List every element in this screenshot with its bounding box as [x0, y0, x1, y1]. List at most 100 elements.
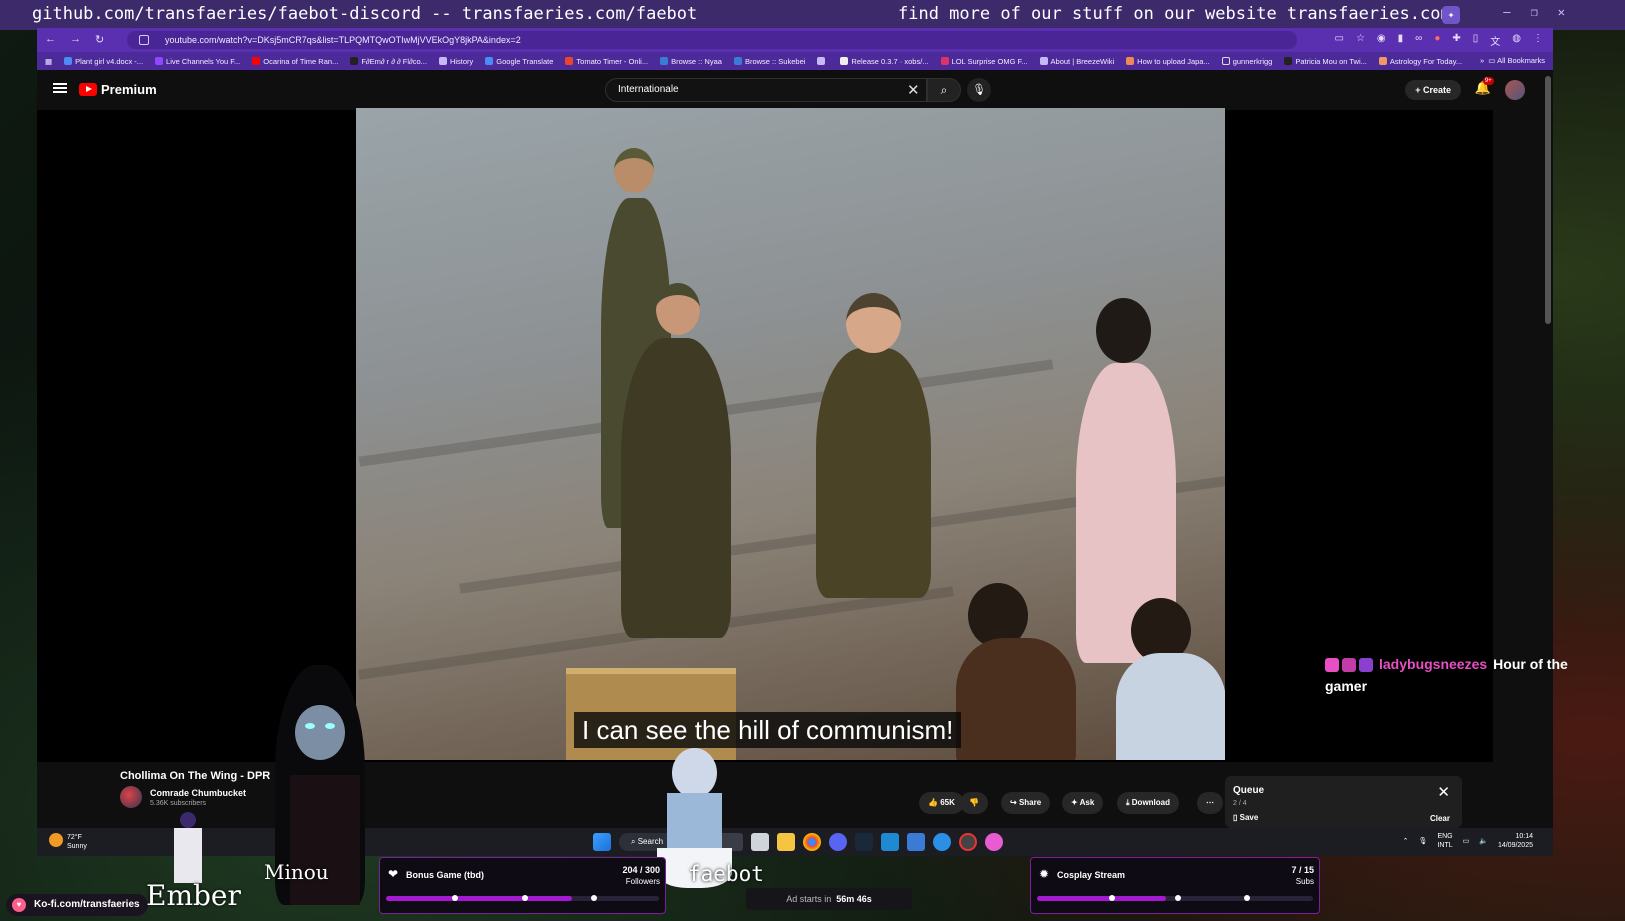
address-bar[interactable]: youtube.com/watch?v=DKsj5mCR7qs&list=TLP… — [127, 31, 1297, 49]
goal-milestone-dot — [1109, 895, 1115, 901]
bookmarks-bar: ▦ Plant girl v4.docx -... Live Channels … — [37, 52, 1553, 70]
discord-icon[interactable] — [829, 833, 848, 851]
clock[interactable]: 10:14 14/09/2025 — [1498, 832, 1533, 850]
mic-tray-icon[interactable]: 🎙 — [1419, 837, 1428, 845]
bookmark-item[interactable]: LOL Surprise OMG F... — [940, 57, 1028, 66]
goal-star-icon: ✹ — [1039, 867, 1050, 881]
goal-heart-icon: ❤ — [388, 867, 399, 881]
video-frame[interactable] — [356, 108, 1225, 760]
bookmark-item[interactable] — [817, 57, 828, 65]
thumbs-up-icon: 👍 — [928, 798, 938, 807]
search-input[interactable]: Internationale — [605, 78, 927, 102]
sidebar-icon[interactable]: ▯ — [1473, 33, 1479, 48]
bookmark-item[interactable]: F∂Em∂ r ∂ ∂ Fl∂co... — [350, 57, 427, 66]
goal-progress-track — [386, 895, 659, 901]
weather-widget[interactable]: 72°F Sunny — [49, 833, 87, 851]
queue-clear-button[interactable]: Clear — [1430, 814, 1450, 823]
ask-button[interactable]: ✦ Ask — [1062, 792, 1104, 814]
bookmark-item[interactable]: Tomato Timer - Onli... — [565, 57, 648, 66]
youtube-logo[interactable]: Premium — [79, 82, 157, 97]
page-scrollbar[interactable] — [1545, 76, 1551, 324]
close-window-icon[interactable]: ✕ — [1558, 5, 1565, 19]
notifications-button[interactable]: 🔔 9+ — [1475, 77, 1494, 96]
star-icon[interactable]: ☆ — [1356, 33, 1365, 48]
forward-icon[interactable]: → — [70, 33, 81, 46]
vscode-icon[interactable] — [881, 833, 900, 851]
subscriber-count: 5.36K subscribers — [150, 800, 207, 807]
bookmark-item[interactable]: Plant girl v4.docx -... — [64, 57, 143, 66]
volume-icon[interactable]: 🔈 — [1479, 837, 1488, 845]
queue-panel: Queue 2 / 4 ✕ ▯ Save Clear — [1225, 776, 1462, 828]
site-icon — [1126, 57, 1135, 65]
minimize-icon[interactable]: — — [1503, 5, 1510, 19]
ad-countdown: Ad starts in 56m 46s — [746, 888, 912, 910]
clear-search-icon[interactable]: ✕ — [907, 81, 920, 99]
menu-dots-icon[interactable]: ⋮ — [1533, 33, 1543, 48]
bookmark-item[interactable]: Browse :: Sukebei — [733, 57, 805, 66]
menu-icon[interactable] — [53, 83, 67, 93]
bookmark-item[interactable]: Browse :: Nyaa — [660, 57, 722, 66]
back-icon[interactable]: ← — [45, 33, 56, 46]
app-icon[interactable] — [933, 833, 952, 851]
bookmark-item[interactable]: Ocarina of Time Ran... — [252, 57, 338, 66]
bookmark-item[interactable]: How to upload Japa... — [1126, 57, 1210, 66]
soldier-head — [656, 283, 700, 335]
notepad-icon[interactable] — [907, 833, 926, 851]
puzzle-icon[interactable]: ✚ — [1452, 33, 1460, 48]
tray-chevron-icon[interactable]: ⌃ — [1403, 837, 1409, 845]
goal-progress-fill — [386, 896, 572, 901]
download-button[interactable]: ⤓ Download — [1117, 792, 1179, 814]
bookmark-item[interactable]: gunnerkrigg — [1221, 57, 1272, 66]
channel-name[interactable]: Comrade Chumbucket — [150, 788, 246, 798]
dislike-button[interactable]: 👎 — [960, 792, 988, 814]
bookmark-item[interactable]: Patricia Mou on Twi... — [1284, 57, 1367, 66]
steam-icon[interactable] — [855, 833, 874, 851]
goal-count: 204 / 300 Followers — [622, 865, 660, 886]
chrome-icon[interactable] — [803, 833, 822, 851]
like-button[interactable]: 👍 65K — [919, 792, 964, 814]
restore-icon[interactable]: ❐ — [1531, 5, 1538, 19]
channel-avatar[interactable] — [120, 786, 142, 808]
x-icon — [350, 57, 359, 65]
extension-icon[interactable]: ∞ — [1415, 33, 1422, 48]
sparkle-icon[interactable]: ✦ — [1442, 6, 1460, 24]
share-button[interactable]: ↪ Share — [1001, 792, 1051, 814]
queue-save-button[interactable]: ▯ Save — [1233, 813, 1258, 822]
goal-name: Cosplay Stream — [1057, 870, 1126, 880]
more-actions-button[interactable]: ⋯ — [1197, 792, 1223, 814]
profile-icon[interactable]: ◍ — [1512, 33, 1521, 48]
site-info-icon[interactable] — [139, 35, 149, 45]
user-avatar[interactable] — [1505, 80, 1525, 100]
nyaa-icon — [660, 57, 669, 65]
ublock-icon[interactable]: ● — [1434, 33, 1440, 48]
voice-search-button[interactable]: 🎙 — [967, 78, 991, 102]
cast-icon[interactable]: ▭ — [1335, 33, 1344, 48]
bookmark-item[interactable]: Live Channels You F... — [155, 57, 240, 66]
windows-start-icon[interactable] — [593, 833, 611, 851]
nav-buttons: ← → ↻ — [45, 33, 104, 46]
network-icon[interactable]: ▭ — [1463, 837, 1470, 845]
language-indicator[interactable]: ENG INTL — [1437, 832, 1452, 850]
bookmark-item[interactable]: Google Translate — [485, 57, 553, 66]
sun-icon — [49, 833, 63, 847]
extension-icon[interactable]: ▮ — [1398, 33, 1404, 48]
chat-username: ladybugsneezes — [1379, 656, 1488, 672]
child-figure — [1116, 653, 1225, 760]
reload-icon[interactable]: ↻ — [95, 33, 104, 46]
kofi-link[interactable]: ♥ Ko-fi.com/transfaeries — [6, 894, 148, 916]
bookmark-item[interactable]: History — [438, 57, 473, 66]
file-explorer-icon[interactable] — [777, 833, 796, 851]
close-queue-icon[interactable]: ✕ — [1437, 783, 1450, 801]
taskview-icon[interactable] — [751, 833, 770, 851]
extension-icon[interactable]: ◉ — [1377, 33, 1386, 48]
obs-icon[interactable] — [959, 833, 978, 851]
bookmark-item[interactable]: Release 0.3.7 · xobs/... — [840, 57, 929, 66]
create-button[interactable]: + Create — [1405, 80, 1461, 100]
all-bookmarks[interactable]: » ▭ All Bookmarks — [1480, 56, 1545, 65]
apps-icon[interactable]: ▦ — [45, 57, 52, 66]
search-button[interactable]: ⌕ — [927, 78, 961, 102]
translate-icon[interactable]: 文 — [1490, 33, 1500, 48]
bookmark-item[interactable]: About | BreezeWiki — [1039, 57, 1114, 66]
cat-app-icon[interactable] — [985, 833, 1004, 851]
bookmark-item[interactable]: Astrology For Today... — [1378, 57, 1462, 66]
